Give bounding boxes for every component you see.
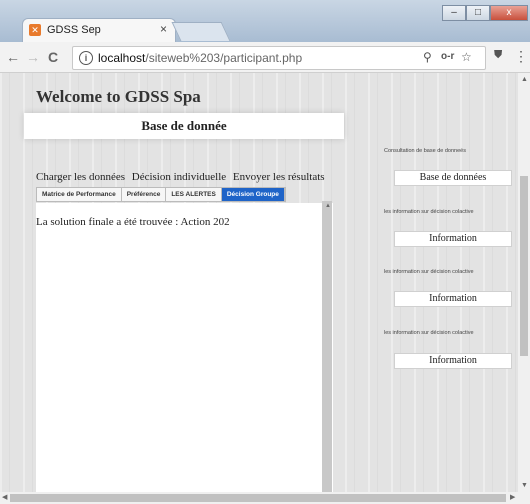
new-tab-button[interactable] [171,22,231,41]
tab-group-decision[interactable]: Décision Groupe [221,188,285,201]
tab-close-icon[interactable]: × [160,22,167,36]
window-titlebar: ✕ GDSS Sep × – □ x [0,0,530,43]
scroll-up-arrow-icon[interactable]: ▲ [325,203,331,209]
action-links: Charger les données Décision individuell… [36,171,329,183]
information-button-1[interactable]: Information [394,231,512,247]
information-button-3[interactable]: Information [394,353,512,369]
back-icon[interactable]: ← [6,49,20,65]
info-label-2: les information sur décision colactive [384,269,474,275]
individual-decision-link[interactable]: Décision individuelle [132,171,226,183]
info-label-3: les information sur décision colactive [384,330,474,336]
address-bar[interactable]: i localhost/siteweb%203/participant.php … [72,46,486,70]
page-scroll-up-icon[interactable]: ▲ [521,76,528,83]
bookmark-star-icon[interactable]: ☆ [461,50,472,64]
scroll-right-icon[interactable]: ▶ [510,493,515,501]
horizontal-scrollbar-thumb[interactable] [10,494,506,502]
zoom-icon[interactable]: ⚲ [423,50,432,64]
url-text: localhost/siteweb%203/participant.php [98,51,302,65]
consult-label: Consultation de base de donneés [384,148,466,154]
send-results-link[interactable]: Envoyer les résultats [233,171,325,183]
page-scrollbar-thumb[interactable] [520,176,528,356]
browser-toolbar: ← → C i localhost/siteweb%203/participan… [0,42,530,73]
result-text: La solution finale a été trouvée : Actio… [36,216,230,228]
tab-preference[interactable]: Préférence [122,188,167,201]
tab-title: GDSS Sep [47,24,101,36]
xampp-favicon-icon: ✕ [29,24,41,36]
page-scroll-down-icon[interactable]: ▼ [521,482,528,489]
content-scrollbar[interactable] [322,201,332,492]
maximize-button[interactable]: □ [466,5,490,21]
browser-tab[interactable]: ✕ GDSS Sep × [22,18,176,43]
db-banner-title: Base de donnée [141,118,227,133]
url-host: localhost [98,51,146,65]
db-banner: Base de donnée [24,113,344,139]
information-button-2[interactable]: Information [394,291,512,307]
window-close-button[interactable]: x [490,5,528,21]
page-title: Welcome to GDSS Spa [36,87,201,106]
tab-alerts[interactable]: LES ALERTES [166,188,222,201]
url-path: /siteweb%203/participant.php [145,51,303,65]
page-viewport: Welcome to GDSS Spa Base de donnée Charg… [0,73,518,492]
info-label-1: les information sur décision colactive [384,209,474,215]
site-info-icon[interactable]: i [79,51,93,65]
forward-icon[interactable]: → [26,49,40,65]
tab-performance-matrix[interactable]: Matrice de Performance [37,188,122,201]
extension-shield-icon[interactable]: ⛊ [494,49,502,62]
load-data-link[interactable]: Charger les données [36,171,125,183]
minimize-button[interactable]: – [442,5,466,21]
content-panel: La solution finale a été trouvée : Actio… [36,203,333,492]
key-icon[interactable]: o-r [441,51,454,62]
reload-icon[interactable]: C [48,49,58,65]
subtab-bar: Matrice de Performance Préférence LES AL… [36,187,286,202]
scroll-left-icon[interactable]: ◀ [2,493,7,501]
database-button[interactable]: Base de données [394,170,512,186]
browser-menu-icon[interactable]: ⋮ [514,48,528,65]
